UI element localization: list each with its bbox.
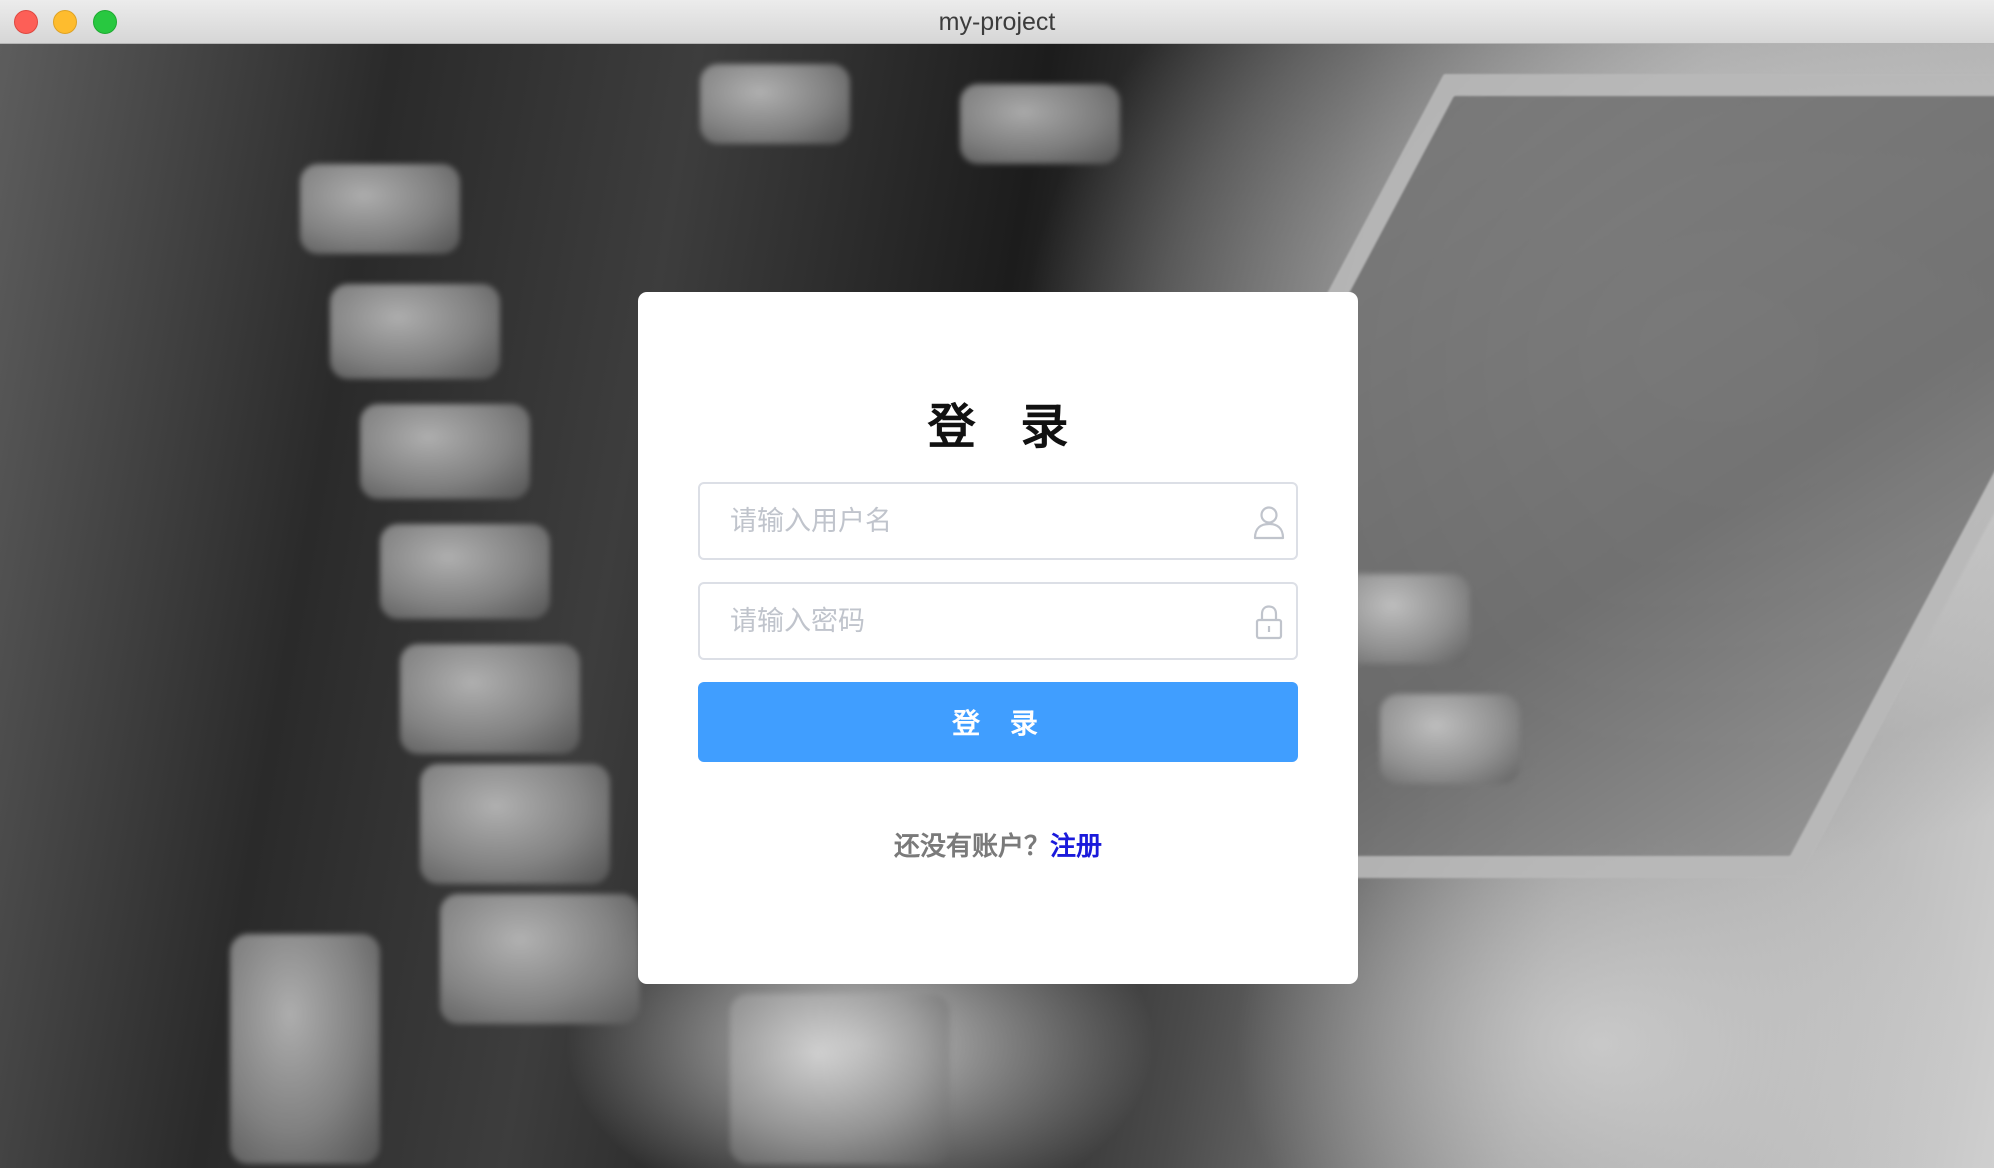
username-field[interactable] bbox=[698, 482, 1298, 560]
background-key bbox=[730, 994, 950, 1164]
background-key bbox=[960, 84, 1120, 164]
background-key bbox=[300, 164, 460, 254]
background-key bbox=[420, 764, 610, 884]
login-title: 登 录 bbox=[927, 399, 1083, 455]
login-card: 登 录 登 录 还没有账户？注册 bbox=[638, 292, 1358, 984]
login-button[interactable]: 登 录 bbox=[698, 682, 1298, 762]
background-key bbox=[330, 284, 500, 379]
background-key bbox=[1340, 574, 1470, 664]
background-key bbox=[440, 894, 640, 1024]
window-title: my-project bbox=[938, 8, 1056, 36]
signup-line: 还没有账户？注册 bbox=[638, 826, 1358, 863]
lock-icon bbox=[1255, 605, 1283, 640]
background-key bbox=[230, 934, 380, 1164]
password-input[interactable] bbox=[700, 584, 1240, 658]
app-window: my-project 登 录 请输入用户名 登 录 还没有账户？注册 bbox=[0, 0, 1994, 1168]
background-key bbox=[400, 644, 580, 754]
background-key bbox=[1380, 694, 1520, 784]
username-input[interactable] bbox=[700, 484, 1240, 558]
signup-prompt: 还没有账户？ bbox=[893, 832, 1050, 862]
title-bar: my-project bbox=[0, 0, 1994, 44]
signup-link[interactable]: 注册 bbox=[1050, 832, 1102, 862]
password-field[interactable] bbox=[698, 582, 1298, 660]
background-key bbox=[380, 524, 550, 619]
user-icon bbox=[1253, 506, 1285, 540]
background-key bbox=[360, 404, 530, 499]
login-page: 登 录 登 录 还没有账户？注册 bbox=[0, 44, 1994, 1168]
background-key bbox=[700, 64, 850, 144]
